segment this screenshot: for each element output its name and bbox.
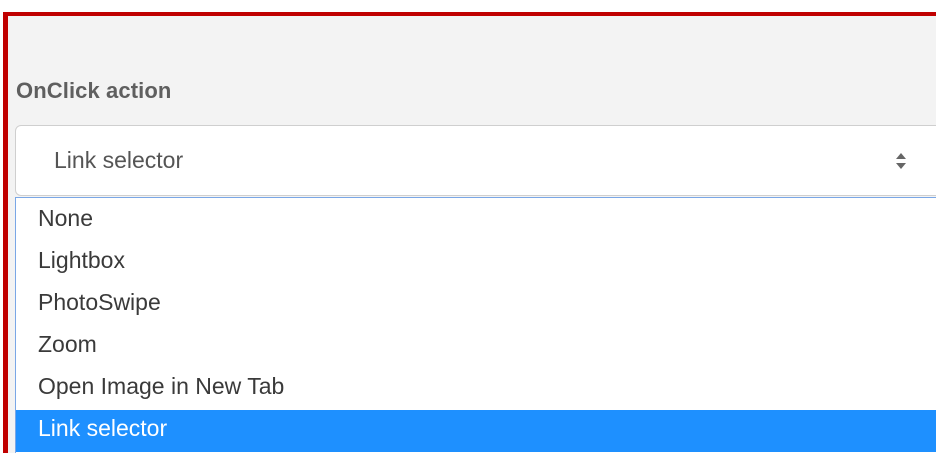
option-photoswipe[interactable]: PhotoSwipe: [16, 284, 936, 326]
option-zoom[interactable]: Zoom: [16, 326, 936, 368]
select-current-value: Link selector: [54, 147, 184, 173]
option-lightbox[interactable]: Lightbox: [16, 242, 936, 284]
option-open-image-new-tab[interactable]: Open Image in New Tab: [16, 368, 936, 410]
highlight-border-left: [3, 12, 8, 453]
option-none[interactable]: None: [16, 200, 936, 242]
onclick-action-label: OnClick action: [16, 78, 172, 103]
onclick-action-select[interactable]: Link selector: [15, 125, 936, 196]
highlight-border-top: [3, 12, 936, 16]
option-link-selector[interactable]: Link selector: [16, 410, 936, 452]
screenshot-frame: OnClick action Link selector None Lightb…: [0, 0, 936, 453]
onclick-action-dropdown: None Lightbox PhotoSwipe Zoom Open Image…: [15, 197, 936, 453]
top-margin: [0, 0, 936, 12]
up-down-arrows-icon: [896, 153, 906, 169]
